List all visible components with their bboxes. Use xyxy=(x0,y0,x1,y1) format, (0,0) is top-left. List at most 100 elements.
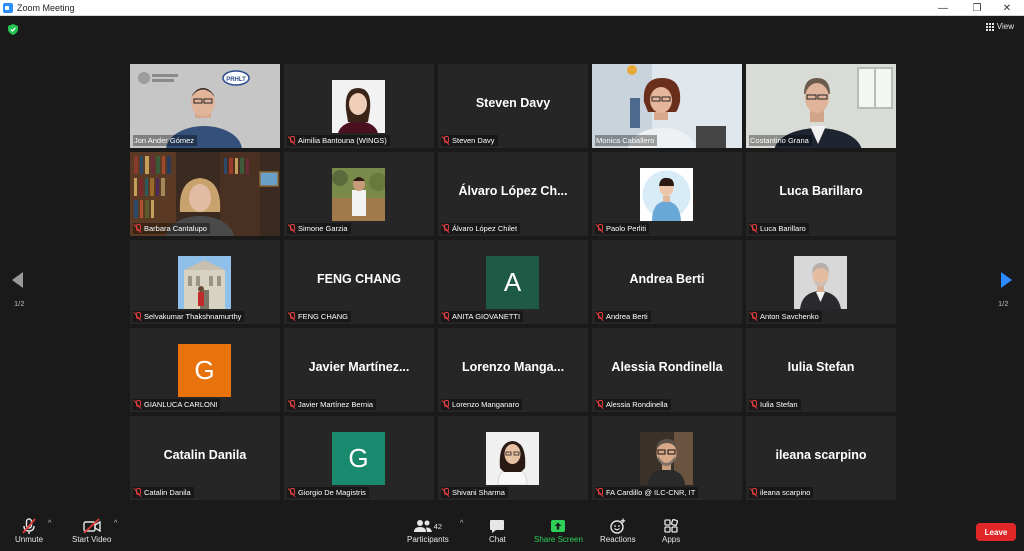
participant-tile[interactable]: Selvakumar Thakshnamurthy xyxy=(130,240,280,324)
participant-name-label: Costantino Grana xyxy=(749,135,812,146)
muted-mic-icon xyxy=(596,224,604,233)
participant-tile[interactable]: FA Cardillo @ ILC-CNR, IT xyxy=(592,416,742,500)
unmute-button[interactable]: Unmute xyxy=(15,517,43,544)
reactions-button[interactable]: Reactions xyxy=(600,517,636,544)
participant-tile[interactable]: G GIANLUCA CARLONI xyxy=(130,328,280,412)
participant-tile[interactable]: Iulia Stefan Iulia Stefan xyxy=(746,328,896,412)
participant-name-label: Simone Garzia xyxy=(287,223,351,234)
view-button[interactable]: View xyxy=(985,22,1014,31)
participant-name-label: Catalin Danila xyxy=(133,487,194,498)
leave-meeting-button[interactable]: Leave xyxy=(976,523,1016,541)
participant-tile[interactable]: Javier Martínez... Javier Martínez Berni… xyxy=(284,328,434,412)
participant-tile[interactable]: Aimilia Bantouna (WINGS) xyxy=(284,64,434,148)
video-options-caret-icon[interactable]: ^ xyxy=(114,520,117,527)
participant-tile[interactable]: Luca Barillaro Luca Barillaro xyxy=(746,152,896,236)
share-screen-icon xyxy=(551,520,566,532)
muted-mic-icon xyxy=(750,224,758,233)
participant-display-name: Catalin Danila xyxy=(163,448,247,462)
muted-mic-icon xyxy=(134,400,142,409)
security-shield-icon[interactable] xyxy=(8,24,18,35)
muted-mic-icon xyxy=(750,488,758,497)
participant-tile[interactable]: Shivani Sharma xyxy=(438,416,588,500)
participant-name-label: Monica Caballero xyxy=(595,135,658,146)
participant-tile[interactable]: G Giorgio De Magistris xyxy=(284,416,434,500)
participant-tile[interactable]: Steven Davy Steven Davy xyxy=(438,64,588,148)
participant-tile[interactable]: Álvaro López Ch... Álvaro López Chilet xyxy=(438,152,588,236)
grid-view-icon xyxy=(985,22,994,31)
participant-tile[interactable]: A ANITA GIOVANETTI xyxy=(438,240,588,324)
participant-tile[interactable]: FENG CHANG FENG CHANG xyxy=(284,240,434,324)
muted-mic-icon xyxy=(134,224,142,233)
muted-mic-icon xyxy=(596,400,604,409)
participant-display-name: FENG CHANG xyxy=(316,272,402,286)
participant-display-name: Luca Barillaro xyxy=(779,184,863,198)
participant-name-label: FA Cardillo @ ILC-CNR, IT xyxy=(595,487,699,498)
close-button[interactable]: ✕ xyxy=(990,0,1024,16)
apps-icon xyxy=(664,519,679,533)
participant-name-label: Jon Ander Gómez xyxy=(133,135,198,146)
minimize-button[interactable]: — xyxy=(926,0,960,16)
participant-name-label: Javier Martínez Bernia xyxy=(287,399,377,410)
participant-profile-photo xyxy=(640,168,693,221)
participant-name-label: Iulia Stefan xyxy=(749,399,801,410)
participant-profile-photo xyxy=(332,168,385,221)
participant-tile[interactable]: Catalin Danila Catalin Danila xyxy=(130,416,280,500)
participant-letter-avatar: A xyxy=(486,256,539,309)
chat-icon xyxy=(490,519,505,533)
participants-button[interactable]: 42 Participants xyxy=(407,517,449,544)
participant-name-label: Paolo Perliti xyxy=(595,223,650,234)
participant-name-label: Alessia Rondinella xyxy=(595,399,671,410)
muted-mic-icon xyxy=(596,488,604,497)
participant-tile[interactable]: PRHLT Jon Ander Gómez xyxy=(130,64,280,148)
window-title: Zoom Meeting xyxy=(17,2,75,13)
muted-mic-icon xyxy=(442,224,450,233)
muted-mic-icon xyxy=(596,312,604,321)
reactions-label: Reactions xyxy=(600,535,636,544)
right-page-indicator: 1/2 xyxy=(998,299,1009,308)
participants-options-caret-icon[interactable]: ^ xyxy=(460,520,463,527)
view-label: View xyxy=(996,22,1014,31)
participant-tile-active-speaker[interactable]: Costantino Grana xyxy=(746,64,896,148)
participant-name-label: Álvaro López Chilet xyxy=(441,223,521,234)
participant-name-label: Selvakumar Thakshnamurthy xyxy=(133,311,245,322)
participant-name-label: Barbara Cantalupo xyxy=(133,223,210,234)
muted-mic-icon xyxy=(288,400,296,409)
gallery-grid: PRHLT Jon Ander Gómez Aimilia Bantouna (… xyxy=(130,64,896,502)
start-video-button[interactable]: Start Video xyxy=(72,517,111,544)
participant-profile-photo xyxy=(640,432,693,485)
participant-tile[interactable]: Lorenzo Manga... Lorenzo Manganaro xyxy=(438,328,588,412)
muted-mic-icon xyxy=(442,488,450,497)
share-screen-button[interactable]: Share Screen xyxy=(534,517,583,544)
apps-button[interactable]: Apps xyxy=(662,517,680,544)
maximize-button[interactable]: ❐ xyxy=(960,0,994,16)
participant-tile[interactable]: ileana scarpino ileana scarpino xyxy=(746,416,896,500)
participant-name-label: Lorenzo Manganaro xyxy=(441,399,523,410)
participant-tile[interactable]: Simone Garzia xyxy=(284,152,434,236)
participant-letter-avatar: G xyxy=(332,432,385,485)
prev-page-arrow-icon[interactable] xyxy=(11,272,25,288)
participants-label: Participants xyxy=(407,535,449,544)
muted-mic-icon xyxy=(442,400,450,409)
meeting-stage: View 1/2 1/2 PRHLT Jon Ander Gómez Aimil… xyxy=(0,16,1024,511)
muted-mic-icon xyxy=(442,136,450,145)
left-page-indicator: 1/2 xyxy=(14,299,25,308)
start-video-label: Start Video xyxy=(72,535,112,544)
participant-tile[interactable]: Barbara Cantalupo xyxy=(130,152,280,236)
chat-label: Chat xyxy=(489,535,506,544)
participant-display-name: Alessia Rondinella xyxy=(611,360,723,374)
participant-tile[interactable]: Anton Savchenko xyxy=(746,240,896,324)
audio-options-caret-icon[interactable]: ^ xyxy=(48,520,51,527)
participant-name-label: Shivani Sharma xyxy=(441,487,508,498)
participant-tile[interactable]: Monica Caballero xyxy=(592,64,742,148)
participant-profile-photo xyxy=(332,80,385,133)
muted-mic-icon xyxy=(288,312,296,321)
participant-tile[interactable]: Paolo Perliti xyxy=(592,152,742,236)
participant-tile[interactable]: Andrea Berti Andrea Berti xyxy=(592,240,742,324)
participant-name-label: Luca Barillaro xyxy=(749,223,809,234)
participant-tile[interactable]: Alessia Rondinella Alessia Rondinella xyxy=(592,328,742,412)
participant-display-name: Steven Davy xyxy=(475,96,551,110)
chat-button[interactable]: Chat xyxy=(489,517,506,544)
participant-name-label: Anton Savchenko xyxy=(749,311,822,322)
next-page-arrow-icon[interactable] xyxy=(999,272,1013,288)
muted-mic-icon xyxy=(134,312,142,321)
